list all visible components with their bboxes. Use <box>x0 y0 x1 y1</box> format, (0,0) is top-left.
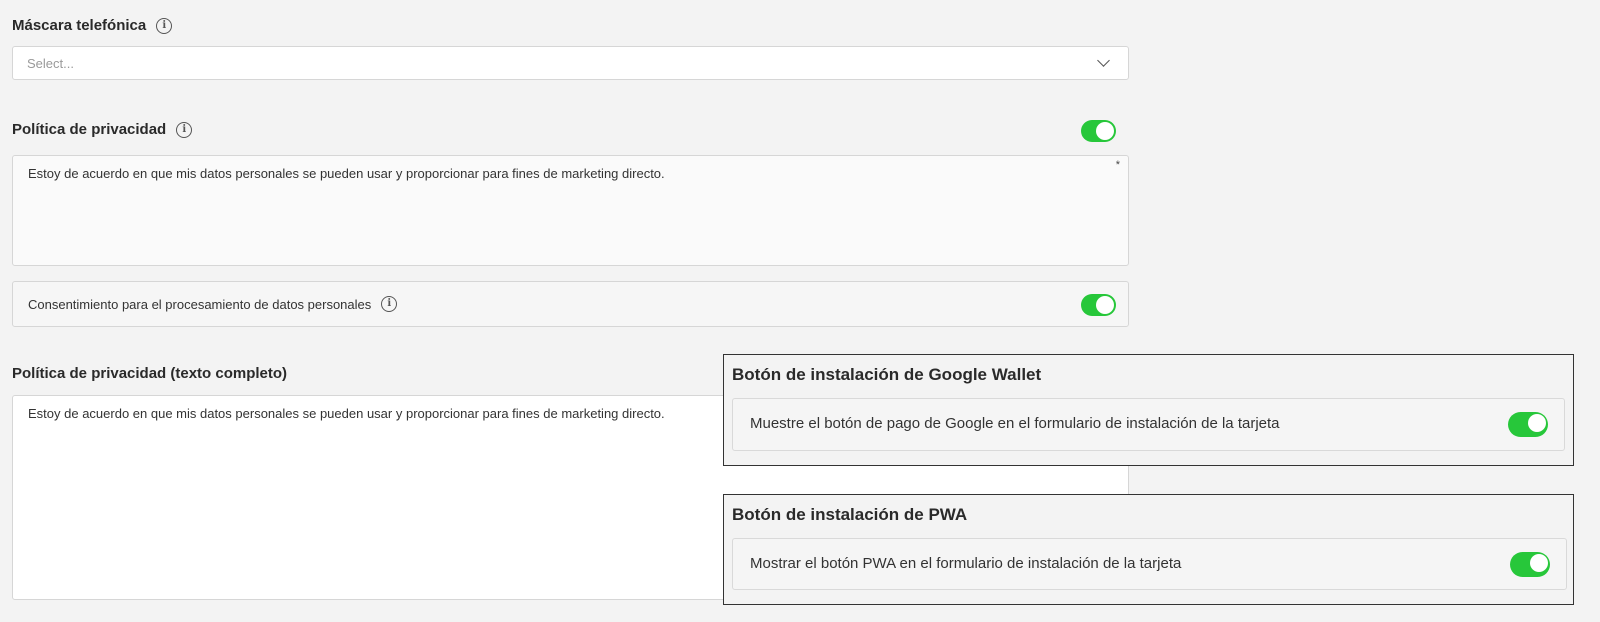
info-icon[interactable]: i <box>381 296 398 312</box>
consent-label: Consentimiento para el procesamiento de … <box>28 296 398 312</box>
pwa-option-row: Mostrar el botón PWA en el formulario de… <box>732 538 1567 590</box>
privacy-full-text: Estoy de acuerdo en que mis datos person… <box>28 406 665 421</box>
settings-page: Máscara telefónica i Select... Política … <box>0 0 1600 622</box>
google-wallet-option-text: Muestre el botón de pago de Google en el… <box>750 415 1280 432</box>
phone-mask-label-text: Máscara telefónica <box>12 17 147 34</box>
phone-mask-select-placeholder: Select... <box>27 55 74 71</box>
consent-label-text: Consentimiento para el procesamiento de … <box>28 296 372 312</box>
google-wallet-toggle[interactable] <box>1508 412 1548 437</box>
privacy-policy-toggle[interactable] <box>1081 120 1116 142</box>
consent-row: Consentimiento para el procesamiento de … <box>12 281 1129 327</box>
phone-mask-select[interactable]: Select... <box>12 46 1129 80</box>
chevron-down-icon[interactable] <box>1097 54 1110 67</box>
privacy-policy-label: Política de privacidad i <box>12 121 193 138</box>
pwa-toggle[interactable] <box>1510 552 1550 577</box>
pwa-title: Botón de instalación de PWA <box>732 505 968 524</box>
privacy-policy-text: Estoy de acuerdo en que mis datos person… <box>28 166 665 181</box>
info-icon[interactable]: i <box>156 17 173 34</box>
privacy-full-label: Política de privacidad (texto completo) <box>12 365 287 382</box>
phone-mask-label: Máscara telefónica i <box>12 17 173 34</box>
google-wallet-option-row: Muestre el botón de pago de Google en el… <box>732 398 1565 451</box>
info-icon[interactable]: i <box>176 121 193 138</box>
required-marker: * <box>1115 159 1120 171</box>
pwa-panel: Botón de instalación de PWA Mostrar el b… <box>723 494 1574 605</box>
google-wallet-title: Botón de instalación de Google Wallet <box>732 365 1042 384</box>
google-wallet-panel: Botón de instalación de Google Wallet Mu… <box>723 354 1574 466</box>
consent-toggle[interactable] <box>1081 294 1116 316</box>
privacy-policy-textarea[interactable]: Estoy de acuerdo en que mis datos person… <box>12 155 1129 266</box>
privacy-full-label-text: Política de privacidad (texto completo) <box>12 365 288 382</box>
pwa-option-text: Mostrar el botón PWA en el formulario de… <box>750 555 1182 572</box>
privacy-policy-label-text: Política de privacidad <box>12 121 167 138</box>
